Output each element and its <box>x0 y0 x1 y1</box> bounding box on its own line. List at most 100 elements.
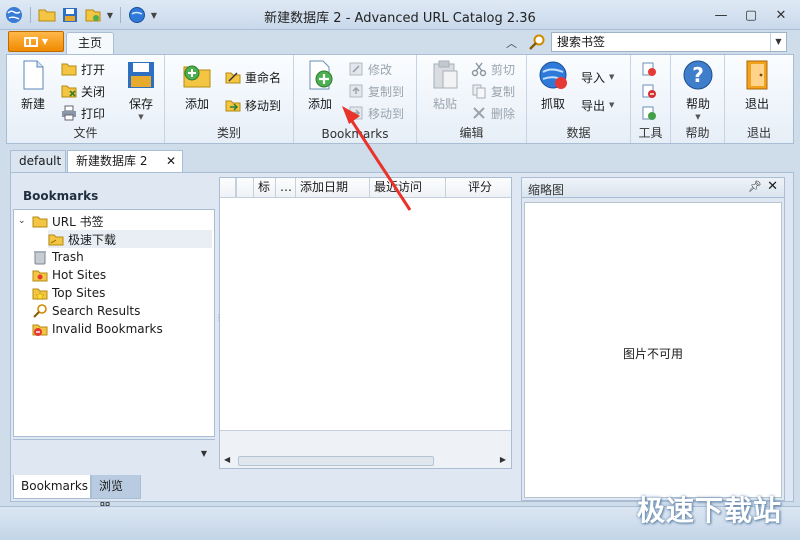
cut-button[interactable]: 剪切 <box>471 59 515 79</box>
save-button[interactable]: 保存 ▼ <box>121 59 161 121</box>
ribbon-group-edit: 粘贴 剪切 复制 删除 编辑 <box>417 55 527 143</box>
list-header: 标 … 添加日期 最近访问 评分 <box>220 178 511 198</box>
chevron-down-icon[interactable]: ▼ <box>201 449 207 458</box>
document-tabs: default 新建数据库 2 ✕ <box>10 150 794 172</box>
capture-button[interactable]: 抓取 <box>533 59 573 112</box>
group-label-data: 数据 <box>566 126 591 140</box>
tab-bookmarks[interactable]: Bookmarks <box>13 475 91 499</box>
modify-button[interactable]: 修改 <box>348 59 392 79</box>
title-bar: ▼ ▼ 新建数据库 2 - Advanced URL Catalog 2.36 … <box>0 0 800 30</box>
scroll-left-icon[interactable]: ◀ <box>224 455 230 464</box>
tool-check-icon <box>642 84 656 98</box>
app-menu-icon <box>23 36 38 47</box>
copy-to-button[interactable]: 复制到 <box>348 81 404 101</box>
group-label-exit: 退出 <box>746 126 771 140</box>
paste-button[interactable]: 粘贴 <box>425 59 465 112</box>
export-button[interactable]: 导出 ▼ <box>581 95 614 115</box>
search-dropdown-icon[interactable]: ▼ <box>770 33 786 51</box>
close-icon[interactable]: ✕ <box>768 5 794 25</box>
open-button[interactable]: 打开 <box>61 59 105 79</box>
group-label-tools: 工具 <box>638 126 663 140</box>
close-label: 关闭 <box>81 84 106 99</box>
bookmark-list[interactable]: 标 … 添加日期 最近访问 评分 ◀ ▶ <box>219 177 512 469</box>
edit-icon <box>349 62 363 76</box>
column-header-rating[interactable]: 评分 <box>446 178 511 198</box>
add-category-label: 添加 <box>184 97 209 111</box>
delete-icon <box>473 107 485 119</box>
scrollbar-thumb[interactable] <box>238 456 434 466</box>
column-header[interactable] <box>220 178 236 198</box>
print-button[interactable]: 打印 <box>61 103 105 123</box>
invalid-bookmarks-icon <box>32 324 48 336</box>
column-header-more[interactable]: … <box>276 178 296 198</box>
ribbon-group-help: ? 帮助 ▼ 帮助 <box>671 55 725 143</box>
delete-button[interactable]: 删除 <box>471 103 515 123</box>
horizontal-scrollbar[interactable]: ◀ ▶ <box>224 455 506 467</box>
column-header[interactable] <box>236 178 254 198</box>
move-bookmark-button[interactable]: 移动到 <box>348 103 404 123</box>
help-label: 帮助 <box>685 97 710 111</box>
move-category-button[interactable]: 移动到 <box>225 95 281 115</box>
import-button[interactable]: 导入 ▼ <box>581 67 614 87</box>
help-button[interactable]: ? 帮助 ▼ <box>678 59 718 121</box>
new-document-icon <box>23 60 44 90</box>
tree-footer: ▼ <box>13 439 215 469</box>
column-header-date-added[interactable]: 添加日期 <box>296 178 370 198</box>
tree-node[interactable]: Search Results <box>32 302 140 320</box>
close-icon[interactable]: ✕ <box>767 179 778 194</box>
close-tab-icon[interactable]: ✕ <box>166 151 176 171</box>
tree-node[interactable]: Top Sites <box>32 284 105 302</box>
tree-node[interactable]: ⌄ URL 书签 <box>18 212 212 230</box>
close-folder-icon <box>61 85 77 98</box>
app-menu-button[interactable]: ▼ <box>8 31 64 52</box>
column-header-title[interactable]: 标 <box>254 178 276 198</box>
main-workspace: Bookmarks ⌄ URL 书签 极速下载 Trash Hot Sites <box>10 172 794 515</box>
scroll-right-icon[interactable]: ▶ <box>500 455 506 464</box>
tab-home[interactable]: 主页 <box>66 32 114 55</box>
chevron-down-icon: ▼ <box>138 113 144 121</box>
tree-node-selected[interactable]: 极速下载 <box>48 230 212 248</box>
bookmark-tree[interactable]: ⌄ URL 书签 极速下载 Trash Hot Sites Top Sites <box>13 209 215 437</box>
tree-node[interactable]: Invalid Bookmarks <box>32 320 163 338</box>
tree-node[interactable]: Trash <box>32 248 84 266</box>
ribbon-collapse-icon[interactable]: ︿ <box>506 35 517 51</box>
pin-icon[interactable]: 📌︎ <box>748 180 762 193</box>
minimize-icon[interactable]: — <box>708 5 734 25</box>
capture-globe-icon <box>539 61 567 89</box>
copy-button[interactable]: 复制 <box>471 81 515 101</box>
tool-check-button[interactable] <box>641 81 657 101</box>
ribbon-group-category: 添加 重命名 移动到 类别 <box>165 55 294 143</box>
tree-node[interactable]: Hot Sites <box>32 266 106 284</box>
window-controls: — ▢ ✕ <box>708 5 794 25</box>
exit-button[interactable]: 退出 <box>737 59 777 112</box>
doc-tab-default[interactable]: default <box>10 150 66 172</box>
search-input[interactable]: 搜索书签 <box>551 32 787 52</box>
expand-chevron-icon[interactable]: ⌄ <box>18 216 28 226</box>
close-file-button[interactable]: 关闭 <box>61 81 105 101</box>
cut-label: 剪切 <box>491 62 516 77</box>
ribbon-group-file: 新建 打开 关闭 打印 保存 ▼ 文件 <box>7 55 165 143</box>
tool-hot-button[interactable] <box>641 59 657 79</box>
rename-button[interactable]: 重命名 <box>225 67 281 87</box>
trash-icon <box>34 251 46 265</box>
folder-icon <box>32 216 48 228</box>
bookmarks-pane: Bookmarks ⌄ URL 书签 极速下载 Trash Hot Sites <box>13 177 215 469</box>
tab-browser[interactable]: 浏览器 <box>91 475 141 515</box>
exit-door-icon <box>746 60 768 90</box>
group-label-edit: 编辑 <box>459 126 484 140</box>
column-header-last-visit[interactable]: 最近访问 <box>370 178 446 198</box>
doc-tab-database[interactable]: 新建数据库 2 ✕ <box>67 150 183 172</box>
search-icon[interactable] <box>528 34 546 50</box>
ribbon-group-exit: 退出 退出 <box>725 55 793 143</box>
add-category-button[interactable]: 添加 <box>177 59 217 112</box>
maximize-icon[interactable]: ▢ <box>738 5 764 25</box>
new-button[interactable]: 新建 <box>13 59 53 112</box>
tool-valid-button[interactable] <box>641 103 657 123</box>
ribbon-group-data: 抓取 导入 ▼ 导出 ▼ 数据 <box>527 55 631 143</box>
thumbnail-pane: 缩略图 📌︎ ✕ 图片不可用 <box>521 177 785 501</box>
modify-label: 修改 <box>368 62 393 77</box>
bookmarks-title: Bookmarks <box>23 189 99 203</box>
add-bookmark-button[interactable]: 添加 <box>300 59 340 112</box>
copy-label: 复制 <box>491 84 516 99</box>
chevron-down-icon: ▼ <box>41 37 49 46</box>
